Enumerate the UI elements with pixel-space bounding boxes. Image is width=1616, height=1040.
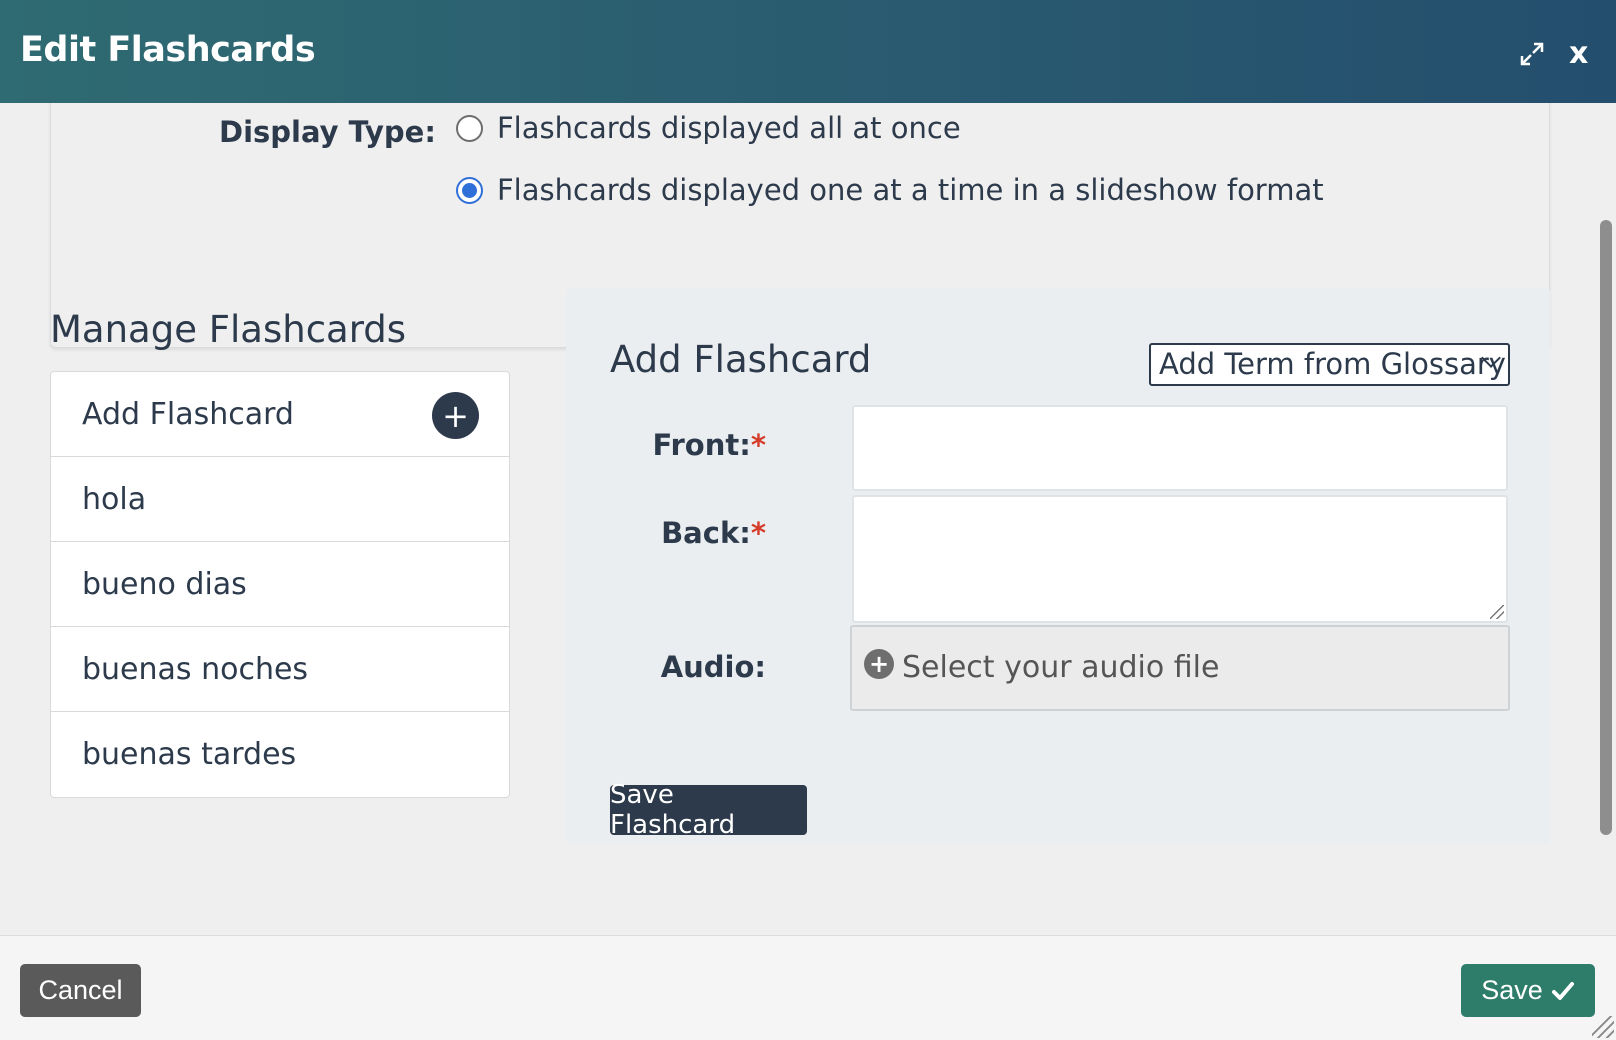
- front-label-text: Front:: [652, 428, 751, 462]
- dialog-header: Edit Flashcards x: [0, 0, 1616, 103]
- list-item-add-flashcard[interactable]: Add Flashcard +: [51, 372, 509, 457]
- display-type-label: Display Type:: [219, 115, 436, 149]
- dialog-title: Edit Flashcards: [20, 30, 316, 70]
- required-marker: *: [750, 428, 766, 462]
- checkmark-icon: [1551, 981, 1574, 1000]
- scrollbar-thumb[interactable]: [1600, 220, 1612, 835]
- resize-grip-icon[interactable]: [1592, 1016, 1614, 1038]
- dialog-footer: Cancel Save: [0, 935, 1616, 1040]
- add-flashcard-button[interactable]: +: [432, 392, 479, 439]
- list-item-label: buenas noches: [82, 651, 309, 687]
- radio-all-at-once[interactable]: [456, 114, 483, 142]
- list-item[interactable]: bueno dias: [51, 542, 509, 627]
- audio-file-picker[interactable]: + Select your audio file: [850, 625, 1510, 711]
- flashcard-list: Add Flashcard + hola bueno dias buenas n…: [50, 371, 510, 798]
- add-flashcard-title: Add Flashcard: [610, 338, 872, 381]
- list-item[interactable]: buenas tardes: [51, 712, 509, 797]
- list-item-label: buenas tardes: [82, 737, 297, 772]
- expand-icon[interactable]: [1518, 40, 1546, 68]
- radio-all-at-once-label: Flashcards displayed all at once: [497, 111, 961, 145]
- glossary-select-value: Add Term from Glossary: [1159, 347, 1506, 381]
- back-label-text: Back:: [661, 516, 751, 550]
- required-marker: *: [750, 516, 766, 550]
- audio-placeholder: Select your audio file: [902, 650, 1220, 685]
- radio-slideshow[interactable]: [456, 176, 483, 204]
- close-icon[interactable]: x: [1569, 36, 1588, 71]
- save-button[interactable]: Save: [1461, 964, 1595, 1017]
- list-item[interactable]: hola: [51, 457, 509, 542]
- save-flashcard-button[interactable]: Save Flashcard: [610, 780, 807, 840]
- front-label: Front:*: [566, 428, 766, 462]
- dialog-body: Display Type: Flashcards displayed all a…: [0, 103, 1616, 935]
- add-flashcard-label: Add Flashcard: [82, 396, 294, 432]
- display-option-slideshow[interactable]: Flashcards displayed one at a time in a …: [456, 173, 1324, 207]
- cancel-button[interactable]: Cancel: [20, 964, 141, 1017]
- audio-label: Audio:: [660, 650, 766, 684]
- radio-slideshow-label: Flashcards displayed one at a time in a …: [497, 173, 1324, 207]
- back-label: Back:*: [566, 516, 766, 550]
- back-textarea[interactable]: [852, 495, 1508, 623]
- list-item-label: hola: [82, 481, 147, 517]
- front-input[interactable]: [852, 405, 1508, 491]
- plus-icon: +: [864, 649, 894, 679]
- list-item[interactable]: buenas noches: [51, 627, 509, 712]
- save-button-label: Save: [1481, 975, 1543, 1005]
- resize-handle-icon[interactable]: [1490, 605, 1504, 619]
- list-item-label: bueno dias: [82, 566, 247, 602]
- add-flashcard-panel: Add Flashcard Add Term from Glossary Fro…: [566, 288, 1550, 843]
- glossary-select[interactable]: Add Term from Glossary: [1149, 343, 1510, 386]
- display-option-all[interactable]: Flashcards displayed all at once: [456, 111, 961, 145]
- manage-flashcards-title: Manage Flashcards: [50, 308, 407, 351]
